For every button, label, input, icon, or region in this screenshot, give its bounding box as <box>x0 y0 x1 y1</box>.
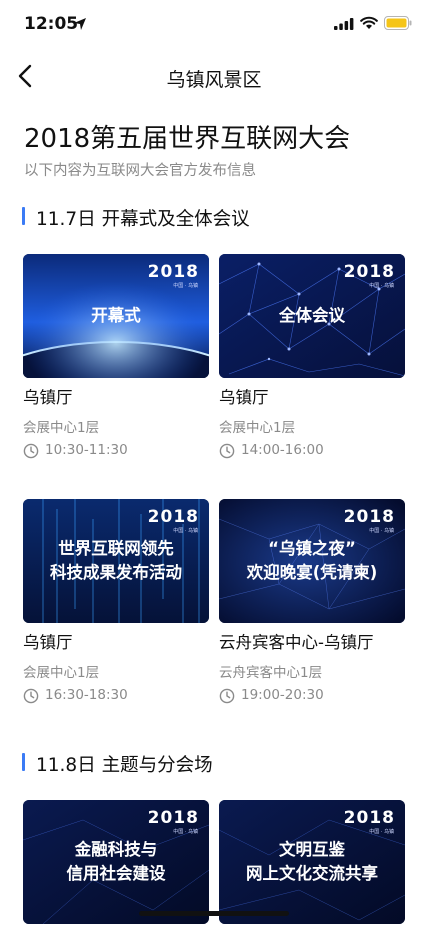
location-arrow-icon <box>74 18 86 30</box>
wic-logo: 2018 <box>343 808 395 828</box>
wic-logo: 2018 <box>147 262 199 282</box>
event-card-tech-release[interactable]: 2018 中国 · 乌镇 世界互联网领先 科技成果发布活动 乌镇厅 会展中心1层… <box>23 499 209 704</box>
event-time: 10:30-11:30 <box>45 442 128 458</box>
event-card-culture[interactable]: 2018 中国 · 乌镇 文明互鉴 网上文化交流共享 <box>219 800 405 924</box>
event-title-line: 欢迎晚宴(凭请柬) <box>246 563 378 582</box>
event-thumbnail-title: 全体会议 <box>219 304 405 328</box>
battery-icon <box>384 16 412 30</box>
event-title-line: 网上文化交流共享 <box>246 864 378 883</box>
wifi-icon <box>360 16 378 29</box>
event-title-line: 金融科技与 <box>74 840 158 859</box>
home-indicator[interactable] <box>139 911 289 916</box>
section-accent-bar <box>22 753 25 771</box>
nav-title: 乌镇风景区 <box>166 69 262 91</box>
wic-logo: 2018 <box>343 507 395 527</box>
event-time: 16:30-18:30 <box>45 687 128 703</box>
status-time: 12:05 <box>24 14 79 34</box>
event-venue: 乌镇厅 <box>23 388 73 407</box>
event-thumbnail[interactable]: 2018 中国 · 乌镇 文明互鉴 网上文化交流共享 <box>219 800 405 924</box>
event-venue: 乌镇厅 <box>23 633 73 652</box>
event-location: 会展中心1层 <box>23 420 100 436</box>
event-title-line: 全体会议 <box>279 306 345 325</box>
wic-logo-subtext: 中国 · 乌镇 <box>369 829 394 835</box>
event-thumbnail[interactable]: 2018 中国 · 乌镇 金融科技与 信用社会建设 <box>23 800 209 924</box>
event-location: 云舟宾客中心1层 <box>219 665 323 681</box>
event-thumbnail-title: 金融科技与 信用社会建设 <box>23 838 209 886</box>
wic-logo-subtext: 中国 · 乌镇 <box>173 283 198 289</box>
wic-logo: 2018 <box>147 808 199 828</box>
event-thumbnail-title: “乌镇之夜” 欢迎晚宴(凭请柬) <box>219 537 405 585</box>
event-time: 19:00-20:30 <box>241 687 324 703</box>
event-time: 14:00-16:00 <box>241 442 324 458</box>
event-title-line: 开幕式 <box>91 306 141 325</box>
status-bar: 12:05 <box>0 0 428 48</box>
section-label: 11.7日 开幕式及全体会议 <box>36 209 250 230</box>
clock-icon <box>23 688 39 704</box>
section-accent-bar <box>22 207 25 225</box>
event-card-fintech[interactable]: 2018 中国 · 乌镇 金融科技与 信用社会建设 <box>23 800 209 924</box>
event-title-line: 世界互联网领先 <box>58 539 174 558</box>
event-title-line: 信用社会建设 <box>66 864 166 883</box>
wic-logo: 2018 <box>343 262 395 282</box>
event-title-line: 文明互鉴 <box>279 840 345 859</box>
wic-logo-subtext: 中国 · 乌镇 <box>173 829 198 835</box>
event-thumbnail[interactable]: 2018 中国 · 乌镇 “乌镇之夜” 欢迎晚宴(凭请柬) <box>219 499 405 623</box>
event-card-plenary[interactable]: 2018 中国 · 乌镇 全体会议 乌镇厅 会展中心1层 14:00-16:00 <box>219 254 405 459</box>
nav-bar: 乌镇风景区 <box>0 52 428 100</box>
event-thumbnail-title: 开幕式 <box>23 304 209 328</box>
wic-logo-subtext: 中国 · 乌镇 <box>369 283 394 289</box>
event-location: 会展中心1层 <box>23 665 100 681</box>
event-thumbnail-title: 文明互鉴 网上文化交流共享 <box>219 838 405 886</box>
event-thumbnail-title: 世界互联网领先 科技成果发布活动 <box>23 537 209 585</box>
clock-icon <box>23 443 39 459</box>
clock-icon <box>219 443 235 459</box>
event-venue: 云舟宾客中心-乌镇厅 <box>219 633 374 652</box>
section-label: 11.8日 主题与分会场 <box>36 755 213 776</box>
signal-icon <box>334 18 354 30</box>
event-thumbnail[interactable]: 2018 中国 · 乌镇 世界互联网领先 科技成果发布活动 <box>23 499 209 623</box>
event-title-line: 科技成果发布活动 <box>50 563 182 582</box>
event-thumbnail[interactable]: 2018 中国 · 乌镇 开幕式 <box>23 254 209 378</box>
wic-logo-subtext: 中国 · 乌镇 <box>173 528 198 534</box>
event-card-welcome-dinner[interactable]: 2018 中国 · 乌镇 “乌镇之夜” 欢迎晚宴(凭请柬) 云舟宾客中心-乌镇厅… <box>219 499 405 704</box>
wic-logo: 2018 <box>147 507 199 527</box>
page-subtitle: 以下内容为互联网大会官方发布信息 <box>24 163 256 179</box>
clock-icon <box>219 688 235 704</box>
event-location: 会展中心1层 <box>219 420 296 436</box>
page-title: 2018第五届世界互联网大会 <box>24 124 351 154</box>
event-venue: 乌镇厅 <box>219 388 269 407</box>
event-title-line: “乌镇之夜” <box>268 539 356 558</box>
wic-logo-subtext: 中国 · 乌镇 <box>369 528 394 534</box>
event-thumbnail[interactable]: 2018 中国 · 乌镇 全体会议 <box>219 254 405 378</box>
event-card-opening[interactable]: 2018 中国 · 乌镇 开幕式 乌镇厅 会展中心1层 10:30-11:30 <box>23 254 209 459</box>
